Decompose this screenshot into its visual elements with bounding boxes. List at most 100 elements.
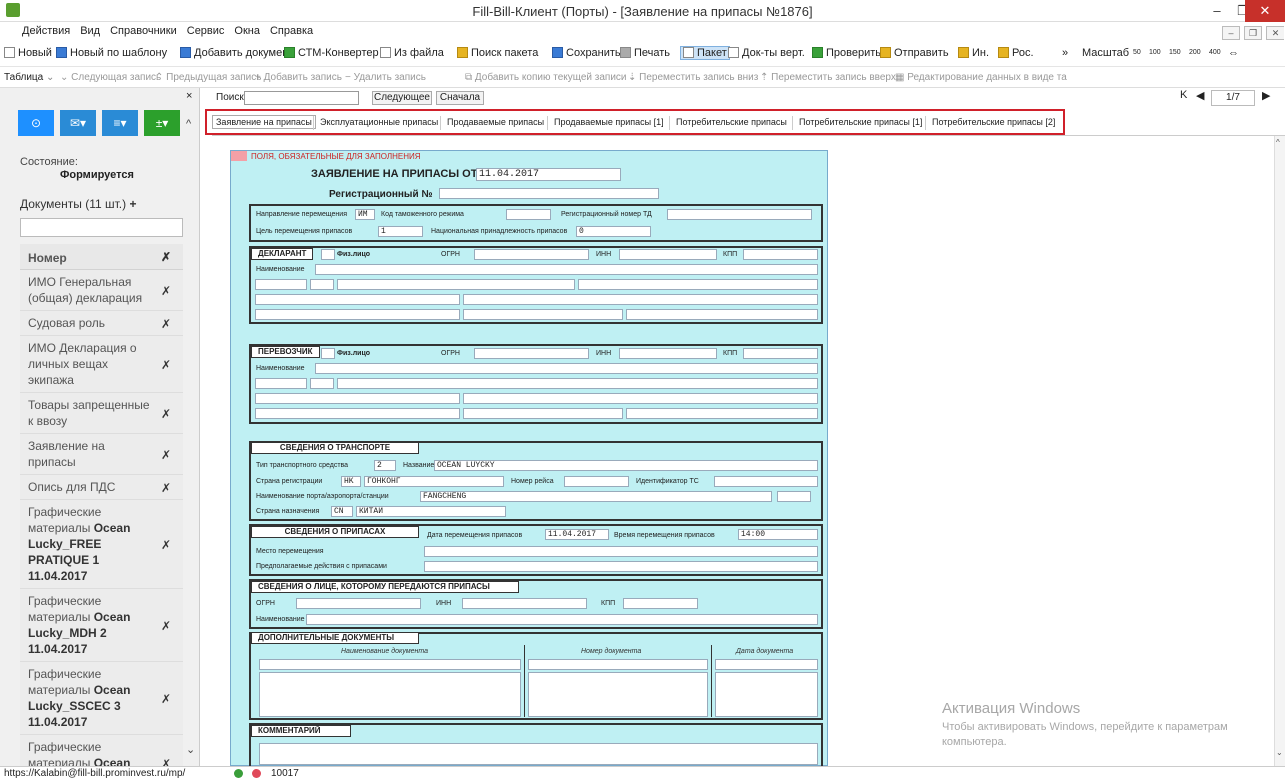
zoom-200[interactable]: 200	[1189, 49, 1201, 56]
add-document-button[interactable]: Добавить документ	[180, 47, 293, 59]
carrier-name-field[interactable]	[315, 363, 818, 374]
supplies-date-field[interactable]: 11.04.2017	[545, 529, 609, 540]
list-item[interactable]: Судовая роль ✗	[20, 311, 183, 336]
tab-prodavaemye[interactable]: Продаваемые припасы	[447, 117, 544, 127]
search-package-button[interactable]: Поиск пакета	[457, 47, 538, 59]
list-item[interactable]: ИМО Декларация о личных вещах экипажа ✗	[20, 336, 183, 393]
direction-field[interactable]: ИМ	[355, 209, 375, 220]
save-button[interactable]: Сохранить	[552, 47, 621, 59]
send-button[interactable]: Отправить	[880, 47, 949, 59]
tab-prodavaemye-1[interactable]: Продаваемые припасы [1]	[554, 117, 664, 127]
table-menu[interactable]: Таблица ⌄	[4, 72, 54, 83]
list-item[interactable]: Товары запрещенные к ввозу ✗	[20, 393, 183, 434]
carrier-address-field[interactable]	[255, 393, 460, 404]
recipient-inn-field[interactable]	[462, 598, 587, 609]
mdi-close-button[interactable]: ✕	[1266, 26, 1284, 40]
pager-next-button[interactable]: ▶	[1262, 89, 1270, 102]
declarant-address-field[interactable]	[255, 294, 460, 305]
menu-help[interactable]: Справка	[265, 22, 318, 40]
voyage-field[interactable]	[564, 476, 629, 487]
reg-number-field[interactable]	[439, 188, 659, 199]
extra-doc-number-area[interactable]	[528, 672, 708, 717]
delete-icon[interactable]: ✗	[161, 316, 171, 332]
zoom-400[interactable]: 400	[1209, 49, 1221, 56]
tab-ekspluatatsionnye[interactable]: Эксплуатационные припасы	[320, 117, 438, 127]
extra-doc-number-field[interactable]	[528, 659, 708, 670]
documents-search-input[interactable]	[20, 218, 183, 237]
package-button[interactable]: Пакет	[680, 46, 730, 60]
print-button[interactable]: Печать	[620, 47, 670, 59]
menu-service[interactable]: Сервис	[182, 22, 230, 40]
carrier-address-field[interactable]	[337, 378, 818, 389]
actions-field[interactable]	[424, 561, 818, 572]
declarant-address-field[interactable]	[626, 309, 818, 320]
carrier-address-field[interactable]	[255, 408, 460, 419]
list-item[interactable]: Опись для ПДС ✗	[20, 475, 183, 500]
carrier-address-field[interactable]	[626, 408, 818, 419]
declarant-address-field[interactable]	[463, 294, 818, 305]
workspace-scrollbar[interactable]: ^ ⌄	[1274, 136, 1285, 766]
comment-field[interactable]	[259, 743, 818, 765]
zoom-fit-icon[interactable]: ⇔	[1228, 47, 1239, 59]
reg-country-field[interactable]: ГОНКОНГ	[364, 476, 504, 487]
carrier-ogrn-field[interactable]	[474, 348, 589, 359]
tab-zayavlenie[interactable]: Заявление на припасы	[212, 115, 316, 129]
move-down-button[interactable]: ⇣ Переместить запись вниз	[628, 72, 758, 83]
delete-icon[interactable]: ✗	[161, 618, 171, 634]
zoom-100[interactable]: 100	[1149, 49, 1161, 56]
delete-icon[interactable]: ✗	[161, 480, 171, 496]
close-button[interactable]: ✕	[1245, 0, 1285, 22]
docs-vert-button[interactable]: Док-ты верт.	[728, 47, 805, 59]
carrier-address-field[interactable]	[310, 378, 334, 389]
search-first-button[interactable]: Сначала	[436, 91, 484, 105]
list-item[interactable]: Графические материалы Ocean Lucky_MDH 2 …	[20, 589, 183, 662]
port-field[interactable]: FANGCHENG	[420, 491, 772, 502]
next-record-button[interactable]: ⌄ Следующая запись	[60, 72, 161, 83]
carrier-address-field[interactable]	[255, 378, 307, 389]
menu-view[interactable]: Вид	[75, 22, 105, 40]
zoom-50[interactable]: 50	[1133, 49, 1141, 56]
recipient-kpp-field[interactable]	[623, 598, 698, 609]
carrier-kpp-field[interactable]	[743, 348, 818, 359]
mdi-restore-button[interactable]: ❐	[1244, 26, 1262, 40]
declarant-person-checkbox[interactable]	[321, 249, 335, 260]
form-date-field[interactable]: 11.04.2017	[476, 168, 621, 181]
customs-code-field[interactable]	[506, 209, 551, 220]
reg-td-field[interactable]	[667, 209, 812, 220]
delete-icon[interactable]: ✗	[161, 756, 171, 766]
pager-value[interactable]: 1/7	[1211, 90, 1255, 106]
sort-menu-button[interactable]: ±▾	[144, 110, 180, 136]
extra-doc-date-field[interactable]	[715, 659, 818, 670]
delete-icon[interactable]: ✗	[161, 447, 171, 463]
delete-record-button[interactable]: − Удалить запись	[345, 72, 426, 83]
list-item[interactable]: ИМО Генеральная (общая) декларация ✗	[20, 270, 183, 311]
recipient-ogrn-field[interactable]	[296, 598, 421, 609]
copy-record-button[interactable]: ⧉ Добавить копию текущей записи	[465, 72, 627, 83]
declarant-address-field[interactable]	[255, 309, 460, 320]
transport-name-field[interactable]: OCEAN LUYCKY	[434, 460, 818, 471]
declarant-name-field[interactable]	[315, 264, 818, 275]
tab-potrebitelskie-1[interactable]: Потребительские припасы [1]	[799, 117, 922, 127]
menu-windows[interactable]: Окна	[229, 22, 265, 40]
check-button[interactable]: Проверить	[812, 47, 881, 59]
delete-icon[interactable]: ✗	[161, 283, 171, 299]
transport-type-field[interactable]: 2	[374, 460, 396, 471]
declarant-ogrn-field[interactable]	[474, 249, 589, 260]
dest-country-field[interactable]: КИТАЙ	[356, 506, 506, 517]
zoom-150[interactable]: 150	[1169, 49, 1181, 56]
tab-potrebitelskie[interactable]: Потребительские припасы	[676, 117, 787, 127]
carrier-address-field[interactable]	[463, 393, 818, 404]
ctm-converter-button[interactable]: СТМ-Конвертер	[284, 47, 379, 59]
dest-country-code-field[interactable]: CN	[331, 506, 353, 517]
declarant-address-field[interactable]	[463, 309, 623, 320]
declarant-address-field[interactable]	[578, 279, 818, 290]
delete-icon[interactable]: ✗	[161, 406, 171, 422]
list-item[interactable]: Графические материалы Ocean Lucky_SSCEC …	[20, 662, 183, 735]
purpose-field[interactable]: 1	[378, 226, 423, 237]
pager-first-button[interactable]: K	[1180, 89, 1187, 101]
place-field[interactable]	[424, 546, 818, 557]
menu-actions[interactable]: Действия	[0, 22, 75, 40]
port-code-field[interactable]	[777, 491, 811, 502]
nationality-field[interactable]: 0	[576, 226, 651, 237]
search-next-button[interactable]: Следующее	[372, 91, 432, 105]
